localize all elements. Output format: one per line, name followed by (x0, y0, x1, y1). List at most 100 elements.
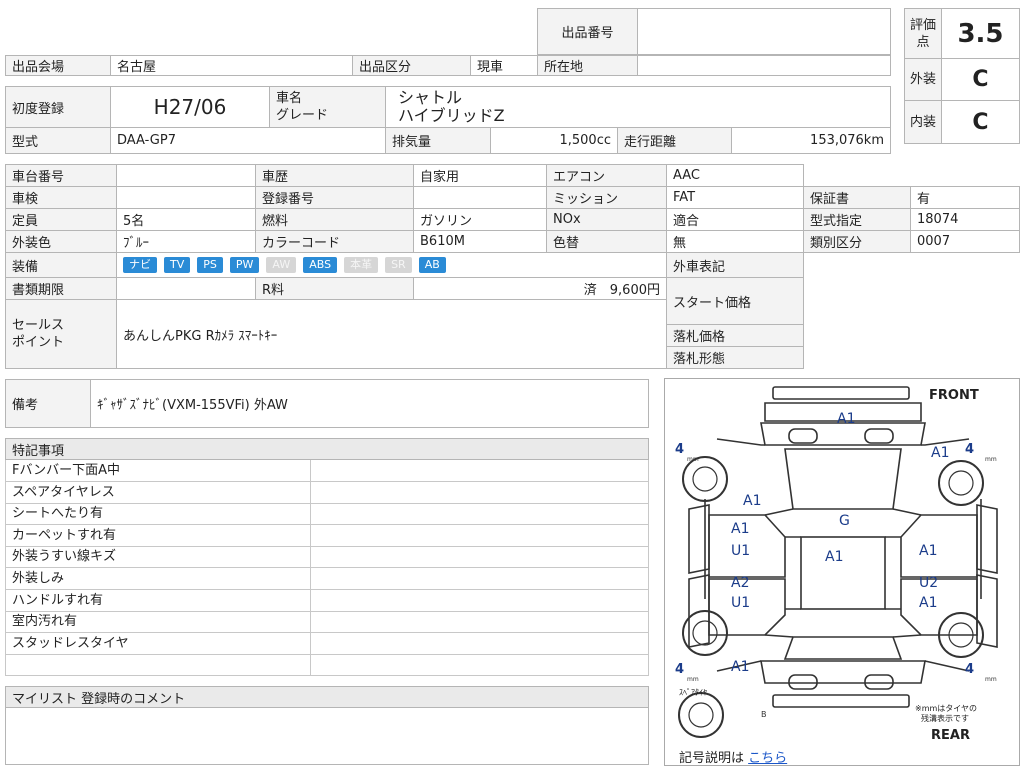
sales-point-label: セールス ポイント (5, 299, 117, 369)
nox-value: 適合 (666, 208, 804, 231)
special-note-row: カーペットすれ有 (5, 524, 649, 547)
tread-note-line2: 残溝表示です (921, 713, 969, 723)
special-note-row: スタッドレスタイヤ (5, 632, 649, 655)
mission-label: ミッション (546, 186, 667, 209)
winning-price-label: 落札価格 (666, 324, 804, 347)
winning-form-label: 落札形態 (666, 346, 804, 369)
spare-tire-label: ｽﾍﾟｱﾀｲﾔ (679, 688, 707, 697)
warranty-label: 保証書 (803, 186, 911, 209)
category-value: 現車 (470, 55, 538, 76)
special-note-text (5, 654, 311, 676)
warranty-value: 有 (910, 186, 1020, 209)
special-note-extra (311, 611, 649, 633)
mark-roof: A1 (825, 549, 843, 565)
score-label: 評価点 (904, 8, 942, 59)
special-note-extra (311, 460, 649, 481)
interior-grade-value: C (941, 100, 1020, 144)
damage-diagram: FRONT REAR ｽﾍﾟｱﾀｲﾔ ※mmはタイヤの 残溝表示です 4 4 4… (664, 378, 1020, 766)
model-value: DAA-GP7 (110, 127, 386, 154)
outside-notation-label: 外車表記 (666, 252, 804, 278)
special-note-row: シートへたり有 (5, 503, 649, 526)
special-note-text: シートへたり有 (5, 503, 311, 525)
mark-right-front-door: A1 (919, 543, 937, 559)
legend-link[interactable]: こちら (748, 751, 787, 766)
car-name-label: 車名 (276, 91, 303, 106)
fuel-label: 燃料 (255, 208, 414, 231)
equipment-badge: TV (164, 257, 191, 273)
tire-mm-fr: mm (985, 456, 997, 463)
special-note-extra (311, 654, 649, 676)
history-value: 自家用 (413, 164, 547, 187)
tire-depth-fr: 4 (965, 442, 974, 457)
lot-number-label: 出品番号 (537, 8, 638, 55)
class-value: 0007 (910, 230, 1020, 253)
tire-mm-fl: mm (687, 456, 699, 463)
notes-label: 備考 (5, 379, 91, 428)
special-note-extra (311, 503, 649, 525)
inspection-value (116, 186, 256, 209)
tread-note-line1: ※mmはタイヤの (915, 704, 977, 713)
tire-mm-rr: mm (985, 676, 997, 683)
history-label: 車歴 (255, 164, 414, 187)
special-note-text: スペアタイヤレス (5, 481, 311, 503)
location-label: 所在地 (537, 55, 638, 76)
tire-depth-fl: 4 (675, 442, 684, 457)
name-grade-label-cell: 車名 グレード (269, 86, 386, 128)
mission-value: FAT (666, 186, 804, 209)
recycle-value: 済 9,600円 (413, 277, 667, 300)
lot-number-value (637, 8, 891, 55)
tire-front-right (938, 460, 984, 506)
rear-label: REAR (931, 728, 970, 743)
class-label: 類別区分 (803, 230, 911, 253)
special-note-row: ハンドルすれ有 (5, 589, 649, 612)
special-note-extra (311, 568, 649, 589)
equipment-badge: ナビ (123, 257, 157, 273)
color-code-label: カラーコード (255, 230, 414, 253)
equipment-badges: ナビ TV PS PW AW ABS 本革 SR AB (116, 252, 667, 278)
displacement-label: 排気量 (385, 127, 491, 154)
capacity-value: 5名 (116, 208, 256, 231)
mark-hood: G (839, 513, 850, 529)
special-note-text: スタッドレスタイヤ (5, 632, 311, 654)
tire-mm-rl: mm (687, 676, 699, 683)
legend-label: 記号説明は (679, 751, 745, 766)
interior-grade-label: 内装 (904, 100, 942, 144)
mylist-comment-area[interactable] (5, 707, 649, 765)
mark-right-rear-door-1: U2 (919, 575, 938, 591)
front-label: FRONT (929, 388, 979, 403)
mileage-value: 153,076km (731, 127, 891, 154)
special-note-row: Fバンバー下面A中 (5, 460, 649, 482)
mark-left-rear-quarter: A1 (731, 659, 749, 675)
mark-right-front-fender: A1 (931, 445, 949, 461)
special-note-text: 外装うすい線キズ (5, 546, 311, 568)
special-note-extra (311, 589, 649, 611)
displacement-value: 1,500cc (490, 127, 618, 154)
exterior-grade-label: 外装 (904, 58, 942, 101)
location-value (637, 55, 891, 76)
mark-left-front-door-2: U1 (731, 543, 750, 559)
special-note-extra (311, 524, 649, 546)
mark-left-front-fender: A1 (743, 493, 761, 509)
score-value: 3.5 (941, 8, 1020, 59)
category-label: 出品区分 (352, 55, 471, 76)
mark-left-rear-door-1: A2 (731, 575, 749, 591)
car-outline-diagram: FRONT REAR ｽﾍﾟｱﾀｲﾔ ※mmはタイヤの 残溝表示です 4 4 4… (675, 386, 998, 743)
color-code-value: B610M (413, 230, 547, 253)
special-note-row (5, 654, 649, 677)
color-change-value: 無 (666, 230, 804, 253)
inspection-label: 車検 (5, 186, 117, 209)
venue-value: 名古屋 (110, 55, 353, 76)
equipment-badge: SR (385, 257, 412, 273)
special-note-row: 外装うすい線キズ (5, 546, 649, 569)
equipment-label: 装備 (5, 252, 117, 278)
nox-label: NOx (546, 208, 667, 231)
mark-front-bumper: A1 (837, 411, 855, 427)
tire-spare (678, 692, 724, 738)
first-reg-label: 初度登録 (5, 86, 111, 128)
docs-label: 書類期限 (5, 277, 117, 300)
special-note-row: 室内汚れ有 (5, 611, 649, 634)
special-note-text: ハンドルすれ有 (5, 589, 311, 611)
equipment-badge: AB (418, 257, 446, 273)
legend-line: 記号説明は こちら (679, 747, 787, 766)
tire-depth-rl: 4 (675, 662, 684, 677)
